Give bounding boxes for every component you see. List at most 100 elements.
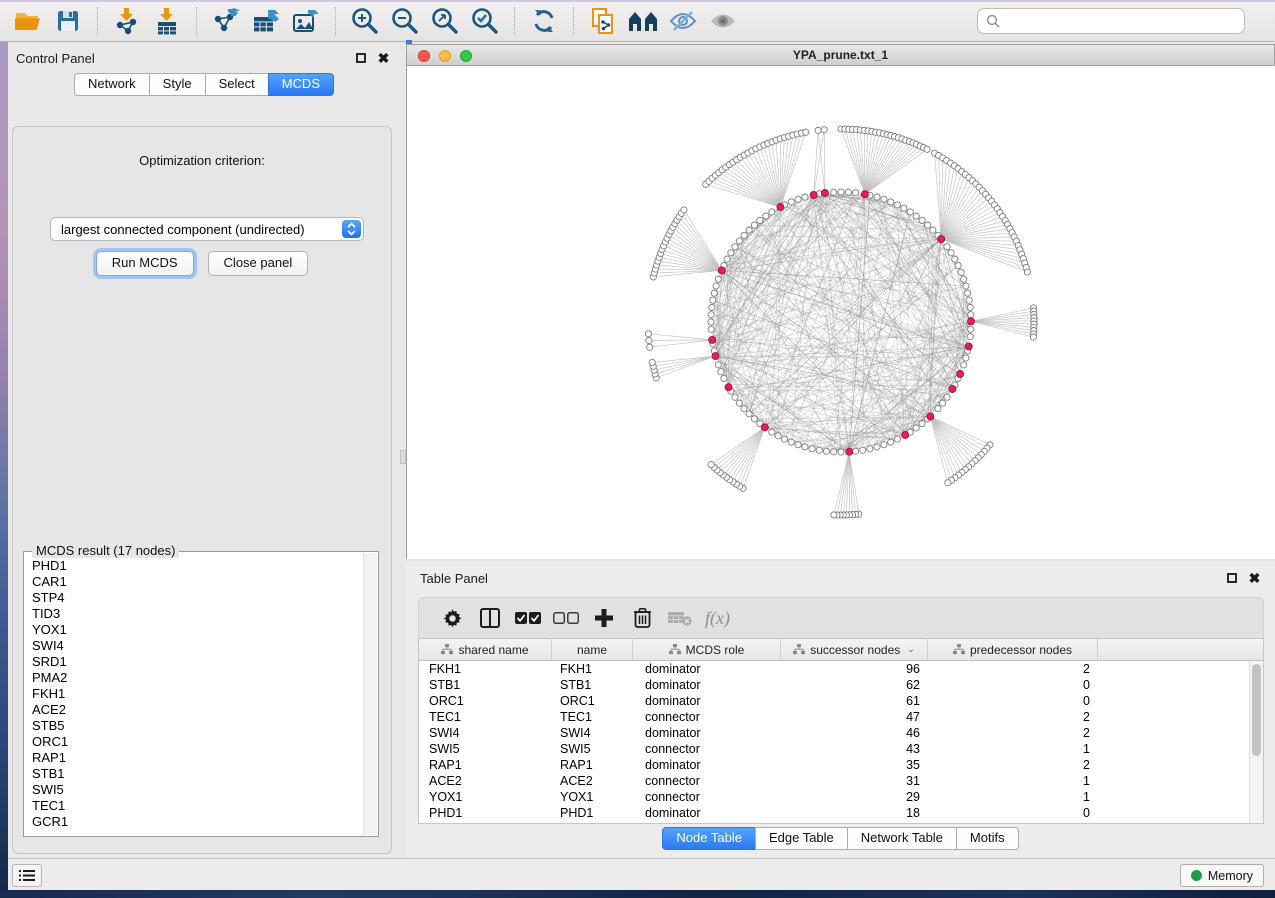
mcds-result-item[interactable]: PMA2 <box>32 670 362 686</box>
ring-node[interactable] <box>782 436 788 442</box>
ring-node[interactable] <box>961 362 967 368</box>
import-network-button[interactable] <box>109 5 145 37</box>
satellite-node[interactable] <box>646 337 652 343</box>
memory-button[interactable]: Memory <box>1180 864 1264 887</box>
network-graph[interactable] <box>407 66 1275 559</box>
node-table[interactable]: shared namenameMCDS rolesuccessor nodes⌄… <box>418 638 1264 824</box>
close-panel-button[interactable]: ✖ <box>377 52 390 65</box>
window-zoom-button[interactable] <box>460 50 472 62</box>
ring-node[interactable] <box>881 442 887 448</box>
dominator-node[interactable] <box>821 190 828 197</box>
satellite-node[interactable] <box>815 127 821 133</box>
dominator-node[interactable] <box>949 386 956 393</box>
mcds-result-item[interactable]: SWI4 <box>32 638 362 654</box>
ring-node[interactable] <box>948 250 954 256</box>
dominator-node[interactable] <box>718 267 725 274</box>
ring-node[interactable] <box>888 439 894 445</box>
optimization-criterion-select[interactable]: largest connected component (undirected) <box>50 217 364 241</box>
close-table-panel-button[interactable]: ✖ <box>1248 572 1261 585</box>
close-mcds-panel-button[interactable]: Close panel <box>208 251 309 276</box>
zoom-fit-button[interactable] <box>427 5 463 37</box>
ring-node[interactable] <box>925 222 931 228</box>
ring-node[interactable] <box>894 202 900 208</box>
mcds-result-item[interactable]: STB1 <box>32 766 362 782</box>
dominator-node[interactable] <box>927 413 934 420</box>
ring-node[interactable] <box>709 304 715 310</box>
dominator-node[interactable] <box>846 448 853 455</box>
mcds-result-item[interactable]: TID3 <box>32 606 362 622</box>
ring-node[interactable] <box>746 227 752 233</box>
dominator-node[interactable] <box>725 384 732 391</box>
zoom-in-button[interactable] <box>347 5 383 37</box>
ring-node[interactable] <box>732 244 738 250</box>
ring-node[interactable] <box>845 189 851 195</box>
ring-node[interactable] <box>721 375 727 381</box>
mcds-result-item[interactable]: SRD1 <box>32 654 362 670</box>
dominator-node[interactable] <box>709 336 716 343</box>
table-scrollbar[interactable] <box>1249 661 1263 823</box>
column-header-predecessor-nodes[interactable]: predecessor nodes <box>928 639 1098 660</box>
table-row[interactable]: YOX1YOX1connector291 <box>419 789 1249 805</box>
ring-node[interactable] <box>736 238 742 244</box>
ring-node[interactable] <box>968 326 974 332</box>
ring-node[interactable] <box>741 232 747 238</box>
ring-node[interactable] <box>967 334 973 340</box>
import-table-button[interactable] <box>149 5 185 37</box>
ring-node[interactable] <box>831 189 837 195</box>
ring-node[interactable] <box>795 196 801 202</box>
ring-node[interactable] <box>968 312 974 318</box>
mcds-result-item[interactable]: SWI5 <box>32 782 362 798</box>
mcds-result-list[interactable]: PHD1CAR1STP4TID3YOX1SWI4SRD1PMA2FKH1ACE2… <box>25 556 362 835</box>
ring-node[interactable] <box>802 194 808 200</box>
ring-node[interactable] <box>965 290 971 296</box>
ring-node[interactable] <box>867 446 873 452</box>
ring-node[interactable] <box>763 213 769 219</box>
satellite-node[interactable] <box>821 127 827 133</box>
table-row[interactable]: ORC1ORC1dominator610 <box>419 693 1249 709</box>
zoom-out-button[interactable] <box>387 5 423 37</box>
satellite-node[interactable] <box>924 146 930 152</box>
ring-node[interactable] <box>894 436 900 442</box>
table-row[interactable]: SWI4SWI4dominator462 <box>419 725 1249 741</box>
ring-node[interactable] <box>967 304 973 310</box>
mcds-result-item[interactable]: TEC1 <box>32 798 362 814</box>
ring-node[interactable] <box>802 444 808 450</box>
dominator-node[interactable] <box>712 353 719 360</box>
float-panel-button[interactable] <box>354 52 367 65</box>
ring-node[interactable] <box>935 406 941 412</box>
mcds-result-item[interactable]: CAR1 <box>32 574 362 590</box>
ring-node[interactable] <box>751 222 757 228</box>
satellite-node[interactable] <box>647 344 653 350</box>
mcds-result-item[interactable]: GCR1 <box>32 814 362 830</box>
ring-node[interactable] <box>860 447 866 453</box>
ring-node[interactable] <box>728 250 734 256</box>
ring-node[interactable] <box>816 447 822 453</box>
satellite-node[interactable] <box>681 207 687 213</box>
hide-selected-button[interactable] <box>665 5 701 37</box>
ring-node[interactable] <box>708 312 714 318</box>
ring-node[interactable] <box>751 416 757 422</box>
window-close-button[interactable] <box>418 50 430 62</box>
float-table-panel-button[interactable] <box>1225 572 1238 585</box>
table-row[interactable]: STB1STB1dominator620 <box>419 677 1249 693</box>
show-all-button[interactable] <box>705 5 741 37</box>
ring-node[interactable] <box>736 400 742 406</box>
mcds-result-item[interactable]: ACE2 <box>32 702 362 718</box>
ring-node[interactable] <box>888 199 894 205</box>
satellite-node[interactable] <box>945 480 951 486</box>
ring-node[interactable] <box>715 362 721 368</box>
window-minimize-button[interactable] <box>439 50 451 62</box>
ring-node[interactable] <box>746 411 752 417</box>
run-mcds-button[interactable]: Run MCDS <box>96 251 194 276</box>
satellite-node[interactable] <box>831 512 837 518</box>
dominator-node[interactable] <box>957 371 964 378</box>
ring-node[interactable] <box>795 442 801 448</box>
ring-node[interactable] <box>711 290 717 296</box>
table-scrollbar-thumb[interactable] <box>1252 664 1261 756</box>
column-header-MCDS-role[interactable]: MCDS role <box>633 639 781 660</box>
ring-node[interactable] <box>715 276 721 282</box>
dominator-node[interactable] <box>968 318 975 325</box>
first-neighbors-button[interactable] <box>625 5 661 37</box>
tab-style[interactable]: Style <box>149 73 206 96</box>
mcds-result-item[interactable]: RAP1 <box>32 750 362 766</box>
